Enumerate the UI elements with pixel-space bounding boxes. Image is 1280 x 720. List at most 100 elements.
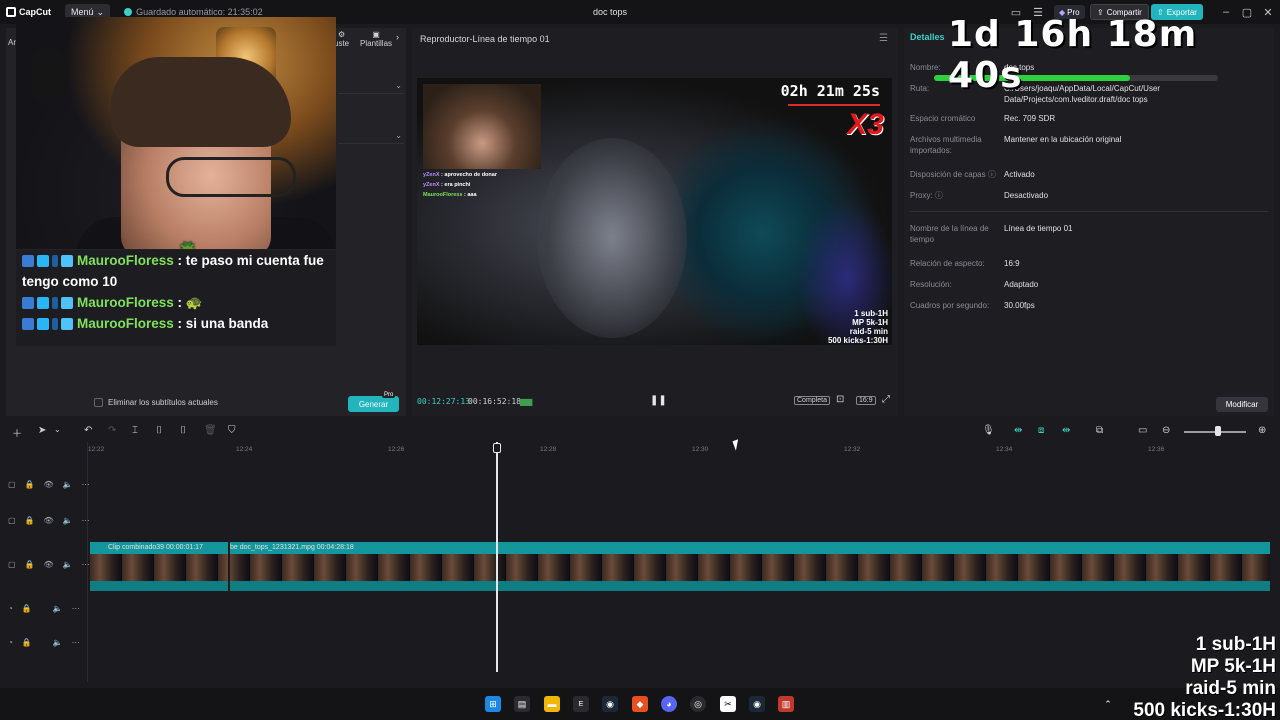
file-explorer-icon[interactable]: ▬ [544, 696, 560, 712]
link-icon[interactable]: ⇹ [1014, 425, 1022, 436]
modify-button[interactable]: Modificar [1216, 397, 1268, 412]
track-toggle-icon[interactable]: ▢ [8, 560, 16, 569]
magnet-icon[interactable]: ⇹ [1062, 425, 1070, 436]
track-header-2: ▢ 🔒 👁 🔈 ⋯ [8, 516, 90, 525]
playhead-handle[interactable] [493, 443, 501, 453]
microphone-icon[interactable]: 🎙 [982, 425, 995, 436]
streamer-glasses [166, 157, 296, 197]
windows-start-icon[interactable]: ⊞ [485, 696, 501, 712]
inner-stat: raid-5 min [849, 327, 888, 336]
tab-details[interactable]: Detalles [910, 32, 945, 42]
playhead[interactable] [496, 442, 498, 672]
discord-icon[interactable]: ◕ [661, 696, 677, 712]
zoom-out-icon[interactable]: ⊖ [1162, 425, 1170, 436]
obs-icon[interactable]: ◎ [690, 696, 706, 712]
badge-icon [37, 255, 49, 267]
waveform-icon[interactable]: ▆▆ [520, 397, 532, 406]
lock-icon[interactable]: 🔒 [25, 560, 35, 569]
detail-label: Proxy: ⓘ [910, 191, 943, 200]
delete-icon[interactable]: 🗑 [204, 425, 217, 436]
dropdown-2[interactable]: ⌄ [338, 130, 404, 144]
add-icon[interactable]: ＋ [12, 425, 22, 440]
track-header-audio-2: ◔ 🔒 🔈 ⋯ [8, 638, 80, 647]
redo-icon[interactable]: ↷ [108, 425, 116, 436]
generate-button[interactable]: Generar [348, 396, 399, 412]
tab-left-label[interactable]: Ar [8, 38, 16, 47]
zoom-slider-handle[interactable] [1215, 426, 1222, 436]
tab-adjust[interactable]: ⚙ uste [334, 30, 349, 48]
brave-browser-icon[interactable]: ◆ [632, 696, 648, 712]
video-clip-audio[interactable] [90, 581, 1270, 591]
split-left-icon[interactable]: ⌷ [156, 425, 162, 436]
hamburger-menu-icon[interactable]: ☰ [879, 33, 888, 44]
shield-icon[interactable]: ⛉ [228, 425, 236, 436]
audio-track-icon[interactable]: ◔ [8, 604, 13, 613]
more-icon[interactable]: ⋯ [72, 638, 80, 647]
app-name: CapCut [19, 7, 51, 17]
fit-icon[interactable]: ⊡ [836, 394, 844, 405]
lock-icon[interactable]: 🔒 [22, 604, 32, 613]
capcut-icon[interactable]: ✂ [720, 696, 736, 712]
badge-icon [22, 255, 34, 267]
remove-subtitles-checkbox[interactable] [94, 398, 103, 407]
eye-icon[interactable]: 👁 [44, 516, 54, 525]
more-icon[interactable]: ⋯ [82, 516, 90, 525]
chevron-up-icon[interactable]: ⌃ [1100, 696, 1116, 712]
tab-templates[interactable]: ▣ Plantillas [360, 30, 392, 48]
select-cursor-icon[interactable]: ➤ [38, 425, 46, 436]
undo-icon[interactable]: ↶ [84, 425, 92, 436]
inner-chat-user: yZenX [423, 172, 440, 178]
video-preview[interactable]: yZenX : aprovecho de donar yZenX : era p… [417, 78, 892, 345]
detail-value: Desactivado [1004, 191, 1049, 200]
inner-chat-text: : aaa [462, 192, 477, 198]
steam-2-icon[interactable]: ◉ [749, 696, 765, 712]
remove-subtitles-option[interactable]: Eliminar los subtítulos actuales [94, 398, 218, 407]
subtitles-icon[interactable]: ▭ [1138, 425, 1147, 436]
audio-icon[interactable]: 🔈 [53, 638, 63, 647]
dropdown-1[interactable]: ⌄ [338, 80, 404, 94]
time-ruler[interactable]: 12:22 12:24 12:26 12:28 12:30 12:32 12:3… [88, 442, 1280, 456]
chevron-down-icon: ⌄ [395, 81, 402, 90]
video-clip-thumbnails[interactable] [90, 553, 1270, 581]
more-icon[interactable]: ⋯ [82, 480, 90, 489]
track-toggle-icon[interactable]: ▢ [8, 516, 16, 525]
snap-icon[interactable]: ⧈ [1038, 425, 1044, 436]
split-right-icon[interactable]: ⌷ [180, 425, 186, 436]
chevron-right-icon[interactable]: › [396, 32, 399, 42]
stream-stat: MP 5k-1H [1190, 656, 1276, 677]
fullscreen-icon[interactable]: ⤢ [882, 394, 890, 405]
app-icon[interactable]: ▥ [778, 696, 794, 712]
inner-stats: 1 sub-1H MP 5k-1H raid-5 min 500 kicks-1… [828, 309, 888, 345]
chevron-down-icon[interactable]: ⌄ [54, 425, 61, 434]
detail-label: Espacio cromático [910, 114, 976, 123]
terminal-icon[interactable]: ▤ [514, 696, 530, 712]
audio-icon[interactable]: 🔈 [63, 480, 73, 489]
lock-icon[interactable]: 🔒 [22, 638, 32, 647]
lock-icon[interactable]: 🔒 [25, 516, 35, 525]
more-icon[interactable]: ⋯ [72, 604, 80, 613]
more-icon[interactable]: ⋯ [82, 560, 90, 569]
epic-games-icon[interactable]: E [573, 696, 589, 712]
full-quality-button[interactable]: Completa [794, 396, 830, 405]
track-header-1: ▢ 🔒 👁 🔈 ⋯ [8, 480, 90, 489]
capcut-logo-icon [6, 7, 16, 17]
inner-chat-text: : era pinchi [439, 182, 471, 188]
steam-icon[interactable]: ◉ [602, 696, 618, 712]
preview-axis-icon[interactable]: ⧉ [1096, 425, 1103, 436]
pause-icon[interactable]: ❚❚ [650, 395, 667, 406]
zoom-in-icon[interactable]: ⊕ [1258, 425, 1266, 436]
app-logo: CapCut [6, 7, 51, 17]
audio-icon[interactable]: 🔈 [63, 560, 73, 569]
eye-icon[interactable]: 👁 [44, 480, 54, 489]
track-toggle-icon[interactable]: ▢ [8, 480, 16, 489]
detail-value: Activado [1004, 170, 1035, 179]
track-headers: ▢ 🔒 👁 🔈 ⋯ ▢ 🔒 👁 🔈 ⋯ ▢ 🔒 👁 🔈 ⋯ ◔ 🔒 🔈 ⋯ ◔ 🔒 🔈 ⋯ [0, 442, 90, 682]
ratio-button[interactable]: 16:9 [856, 396, 876, 405]
audio-track-icon[interactable]: ◔ [8, 638, 13, 647]
track-header-audio-1: ◔ 🔒 🔈 ⋯ [8, 604, 80, 613]
eye-icon[interactable]: 👁 [44, 560, 54, 569]
split-icon[interactable]: ⌶ [132, 425, 138, 436]
audio-icon[interactable]: 🔈 [63, 516, 73, 525]
lock-icon[interactable]: 🔒 [25, 480, 35, 489]
audio-icon[interactable]: 🔈 [53, 604, 63, 613]
